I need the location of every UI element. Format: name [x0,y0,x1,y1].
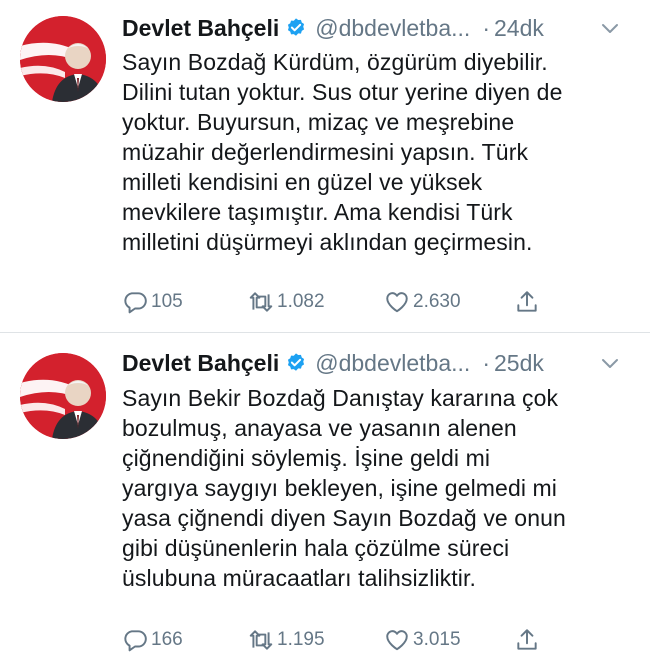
tweet-text-line: milleti kendisini en güzel ve yüksek [122,169,483,195]
verified-badge-icon [285,352,307,374]
reply-button[interactable]: 105 [122,289,183,315]
author-handle[interactable]: @dbdevletba... [315,15,470,42]
tweet-actions: 166 1.195 3.015 [122,625,630,655]
like-button[interactable]: 2.630 [384,289,461,315]
tweet-text-line: yoktur. Buyursun, mizaç ve meşrebine [122,109,515,135]
tweet-text-line: Sayın Bekir Bozdağ Danıştay kararına çok [122,385,559,411]
retweet-icon [248,289,274,315]
separator-dot: · [482,14,490,41]
tweet[interactable]: Devlet Bahçeli @dbdevletba... · 25dk Say… [0,333,650,661]
tweet-text: Sayın Bozdağ Kürdüm, özgürüm diyebilir. … [122,47,632,257]
tweet-text-line: mevkilere taşımıştır. Ama kendisi Türk [122,199,513,225]
avatar[interactable] [20,16,106,102]
retweet-count: 1.082 [277,291,325,312]
tweet-text-line: yargıya saygıyı bekleyen, işine gelmedi … [122,475,558,501]
tweet-text-line: Dilini tutan yoktur. Sus otur yerine diy… [122,79,563,105]
tweet-header: Devlet Bahçeli @dbdevletba... · 25dk [122,347,630,379]
author-name[interactable]: Devlet Bahçeli [122,15,279,42]
reply-count: 105 [151,291,183,312]
author-name[interactable]: Devlet Bahçeli [122,350,279,377]
heart-icon [384,289,410,315]
reply-icon [122,289,148,315]
heart-icon [384,627,410,653]
author-handle[interactable]: @dbdevletba... [315,350,470,377]
tweet-text-line: Sayın Bozdağ Kürdüm, özgürüm diyebilir. [122,49,548,75]
tweet-text-line: çiğnendiğini söylemiş. İşine geldi mi [122,445,491,471]
share-button[interactable] [514,627,540,653]
reply-count: 166 [151,629,183,650]
separator-dot: · [482,349,490,376]
chevron-down-icon[interactable] [598,351,622,375]
tweet-text: Sayın Bekir Bozdağ Danıştay kararına çok… [122,383,632,593]
tweet-actions: 105 1.082 2.630 [122,287,630,317]
share-icon [514,289,540,315]
tweet[interactable]: Devlet Bahçeli @dbdevletba... · 24dk Say… [0,0,650,333]
timestamp[interactable]: 25dk [494,350,544,377]
reply-button[interactable]: 166 [122,627,183,653]
tweet-text-line: üslubuna müracaatları talihsizliktir. [122,565,476,591]
tweet-text-line: yasa çiğnendi diyen Sayın Bozdağ ve onun [122,505,566,531]
tweet-text-line: gibi düşünenlerin hala çözülme süreci [122,535,510,561]
share-icon [514,627,540,653]
like-button[interactable]: 3.015 [384,627,461,653]
retweet-count: 1.195 [277,629,325,650]
share-button[interactable] [514,289,540,315]
tweet-text-line: milletini düşürmeyi aklından geçirmesin. [122,229,533,255]
tweet-text-line: müzahir değerlendirmesini yapsın. Türk [122,139,529,165]
tweet-text-line: bozulmuş, anayasa ve yasanın alenen [122,415,517,441]
avatar[interactable] [20,353,106,439]
like-count: 3.015 [413,629,461,650]
like-count: 2.630 [413,291,461,312]
retweet-icon [248,627,274,653]
verified-badge-icon [285,17,307,39]
reply-icon [122,627,148,653]
timestamp[interactable]: 24dk [494,15,544,42]
chevron-down-icon[interactable] [598,16,622,40]
tweet-header: Devlet Bahçeli @dbdevletba... · 24dk [122,12,630,44]
tweet-feed: Devlet Bahçeli @dbdevletba... · 24dk Say… [0,0,650,661]
retweet-button[interactable]: 1.082 [248,289,325,315]
retweet-button[interactable]: 1.195 [248,627,325,653]
